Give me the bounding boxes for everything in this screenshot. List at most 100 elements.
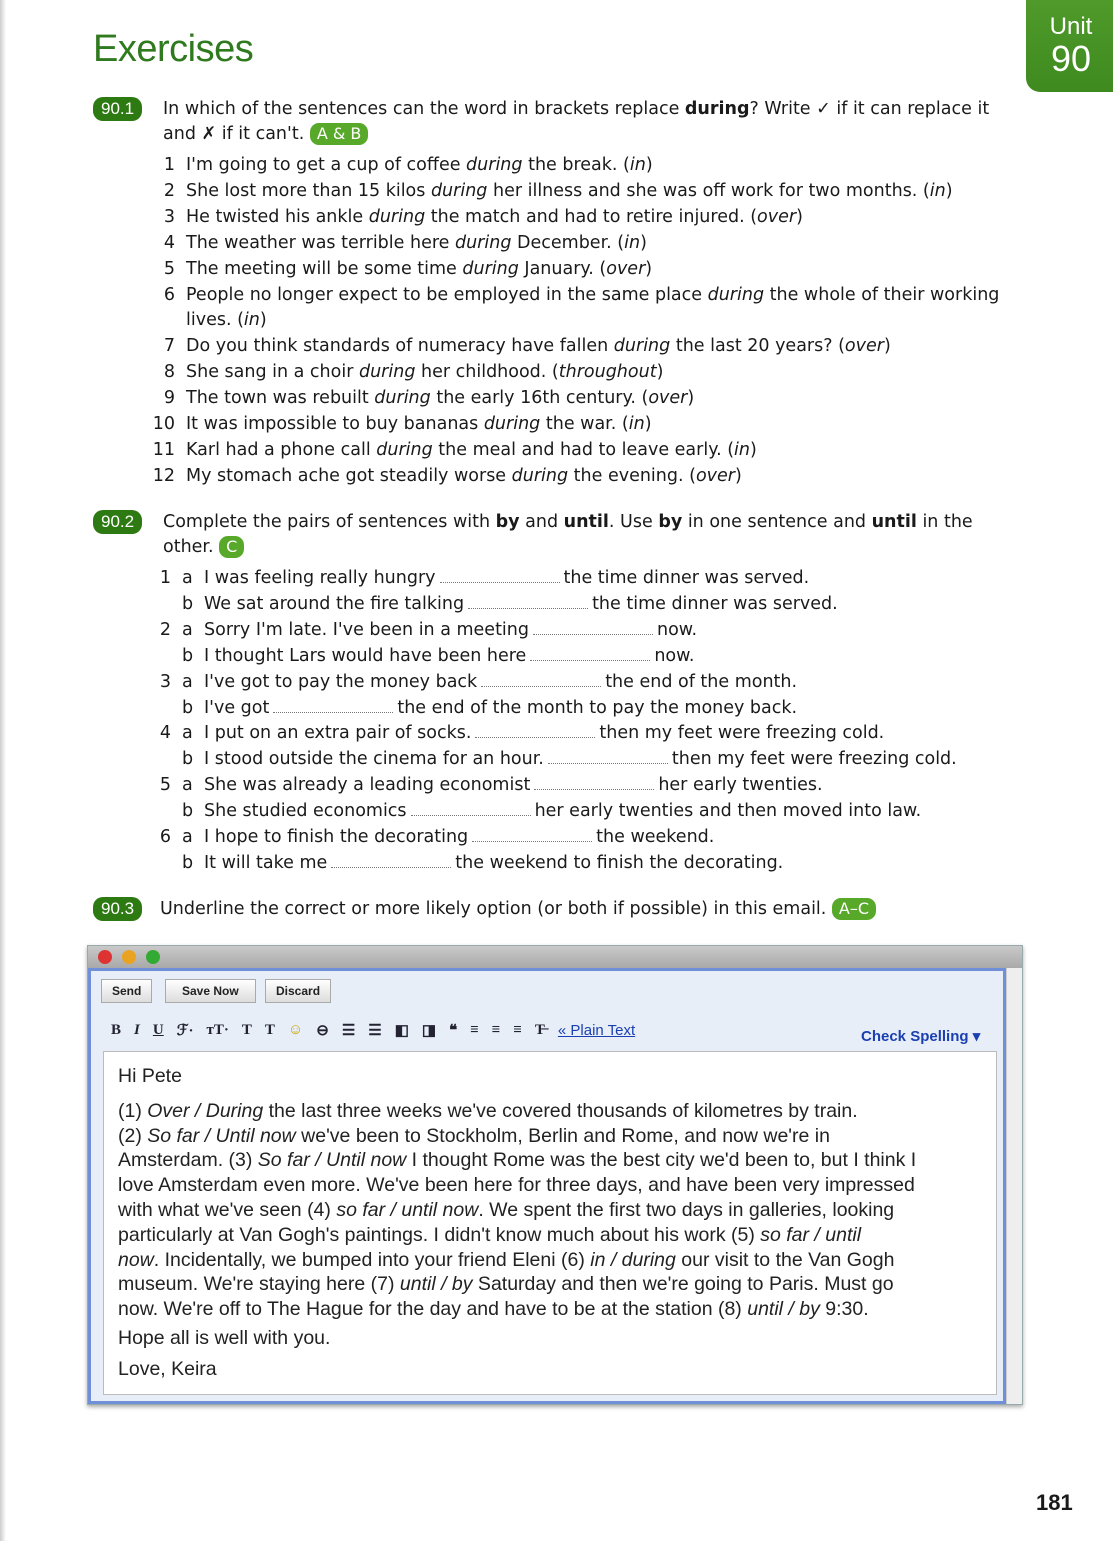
text: . We spent the first two days in galleri… bbox=[478, 1198, 895, 1221]
item-number: 3 bbox=[159, 671, 171, 692]
save-now-button[interactable]: Save Now bbox=[165, 979, 256, 1003]
list-item: b It will take me the weekend to finish th… bbox=[145, 851, 1013, 877]
email-window: Send Save Now Discard B I U ℱ· тT· T T ☺ ⊖ ☰ ☰ ◧ ◨ ❝ ≡… bbox=[87, 945, 1023, 1405]
answer-blank[interactable] bbox=[331, 854, 452, 868]
item-text: She was already a leading economist her e… bbox=[204, 775, 823, 796]
keyword: during bbox=[466, 155, 523, 175]
list-item: b I stood outside the cinema for an hour.… bbox=[145, 747, 1013, 773]
format-icon[interactable]: I bbox=[134, 1022, 140, 1039]
discard-button[interactable]: Discard bbox=[265, 979, 332, 1003]
email-line: now. Incidentally, we bumped into your f… bbox=[118, 1248, 982, 1273]
format-icon[interactable]: T bbox=[242, 1022, 252, 1039]
item-text: She lost more than 15 kilos during her i… bbox=[186, 180, 953, 201]
option-choice: now bbox=[118, 1248, 154, 1271]
item-number bbox=[145, 592, 171, 618]
list-item: 1a I was feeling really hungry the time di… bbox=[145, 566, 1013, 592]
answer-blank[interactable] bbox=[530, 647, 651, 661]
send-button[interactable]: Send bbox=[101, 979, 153, 1003]
format-icon[interactable]: ☰ bbox=[368, 1021, 381, 1040]
item-letter: a bbox=[182, 775, 193, 796]
answer-blank[interactable] bbox=[547, 750, 668, 765]
zoom-button[interactable] bbox=[146, 950, 160, 964]
item-letter: a bbox=[182, 619, 193, 640]
item-number: 6 bbox=[159, 827, 171, 848]
item-text: I was feeling really hungry the time dinn… bbox=[204, 568, 810, 588]
email-line: (1) Over / During the last three weeks w… bbox=[118, 1099, 982, 1124]
exercise-instructions: Complete the pairs of sentences with by … bbox=[163, 510, 1013, 560]
answer-blank[interactable] bbox=[273, 699, 394, 713]
format-icon[interactable]: ≡ bbox=[470, 1022, 479, 1039]
item-letter: b bbox=[182, 852, 194, 873]
item-text: I thought Lars would have been here now. bbox=[204, 645, 695, 666]
answer-blank[interactable] bbox=[475, 724, 596, 739]
bracket-word: over bbox=[648, 388, 688, 409]
text: now. We're off to The Hague for the day … bbox=[118, 1298, 748, 1321]
item-text: The town was rebuilt during the early 16… bbox=[186, 388, 695, 409]
format-icon[interactable]: ❝ bbox=[449, 1021, 457, 1040]
format-icon[interactable]: ☰ bbox=[342, 1021, 355, 1040]
item-letter: a bbox=[182, 827, 193, 848]
format-icon[interactable]: T bbox=[265, 1022, 275, 1039]
format-icon[interactable]: ≡ bbox=[492, 1022, 501, 1039]
format-icon[interactable]: ⊖ bbox=[316, 1021, 329, 1040]
format-icon[interactable]: ◨ bbox=[422, 1021, 436, 1040]
list-item: 5 a She was already a leading economist her… bbox=[145, 773, 1013, 799]
list-item: 12 My stomach ache got steadily worse dur… bbox=[149, 464, 1013, 490]
text: Amsterdam. (3) bbox=[118, 1149, 258, 1172]
item-text: I'm going to get a cup of coffee during … bbox=[186, 155, 653, 175]
answer-blank[interactable] bbox=[534, 776, 655, 791]
item-number: 4 bbox=[163, 232, 175, 253]
format-icon[interactable]: ☺ bbox=[288, 1022, 303, 1039]
plain-text-link[interactable]: « Plain Text bbox=[558, 1022, 635, 1039]
bracket-word: over bbox=[606, 258, 646, 279]
item-text: Sorry I'm late. I've been in a meeting no… bbox=[204, 619, 698, 640]
minimize-button[interactable] bbox=[122, 950, 136, 964]
item-text: The meeting will be some time during Jan… bbox=[186, 258, 653, 279]
option-choice: until / by bbox=[747, 1298, 820, 1321]
bracket-word: in bbox=[624, 232, 641, 253]
format-icon[interactable]: ◧ bbox=[395, 1021, 409, 1040]
item-number: 7 bbox=[163, 336, 175, 357]
format-icon[interactable]: B bbox=[111, 1022, 121, 1039]
keyword: during bbox=[707, 284, 765, 305]
email-line: Amsterdam. (3) So far / Until now I thou… bbox=[118, 1148, 982, 1173]
option-choice: until / by bbox=[399, 1273, 473, 1296]
email-body[interactable]: Hi Pete (1) Over / During the last three… bbox=[103, 1051, 997, 1395]
item-number: 2 bbox=[159, 619, 171, 640]
keyword: during bbox=[483, 414, 541, 435]
format-icon[interactable]: T̶ bbox=[535, 1022, 545, 1039]
item-letter: b bbox=[182, 645, 194, 666]
answer-blank[interactable] bbox=[468, 595, 589, 609]
format-icon[interactable]: ≡ bbox=[513, 1022, 522, 1039]
answer-blank[interactable] bbox=[410, 802, 531, 817]
email-line: particularly at Van Gogh's paintings. I … bbox=[118, 1223, 982, 1248]
list-item: b She studied economics her early twenties… bbox=[145, 799, 1013, 825]
exercise-90-3: 90.3 Underline the correct or more likel… bbox=[93, 897, 1013, 922]
close-button[interactable] bbox=[98, 950, 112, 964]
bracket-word: over bbox=[695, 465, 735, 486]
format-icon[interactable]: U bbox=[153, 1022, 164, 1039]
option-choice: So far / Until now bbox=[257, 1149, 407, 1172]
email-line: now. We're off to The Hague for the day … bbox=[118, 1297, 982, 1322]
answer-blank[interactable] bbox=[472, 828, 593, 843]
format-icon[interactable]: тT· bbox=[207, 1022, 229, 1039]
email-line: museum. We're staying here (7) until / b… bbox=[118, 1272, 982, 1297]
answer-blank[interactable] bbox=[533, 621, 653, 635]
answer-blank[interactable] bbox=[481, 673, 602, 687]
text: with what we've seen (4) bbox=[118, 1198, 337, 1221]
text: (1) bbox=[118, 1099, 148, 1122]
item-letter: b bbox=[182, 697, 194, 718]
text: and bbox=[519, 512, 564, 532]
format-icon[interactable]: ℱ· bbox=[177, 1021, 194, 1040]
check-spelling-button[interactable]: Check Spelling ▾ bbox=[861, 1027, 980, 1045]
item-text: I hope to finish the decorating the weeke… bbox=[204, 827, 715, 848]
item-text: It will take me the weekend to finish the… bbox=[204, 852, 784, 873]
list-item: 4 The weather was terrible here during De… bbox=[149, 231, 1013, 257]
email-line: love Amsterdam even more. We've been her… bbox=[118, 1173, 982, 1198]
keyword: during bbox=[511, 465, 569, 486]
keyword: during bbox=[376, 439, 433, 460]
scrollbar[interactable] bbox=[1006, 968, 1022, 1404]
text: by bbox=[495, 512, 520, 532]
item-text: My stomach ache got steadily worse durin… bbox=[186, 465, 742, 486]
answer-blank[interactable] bbox=[439, 569, 560, 583]
